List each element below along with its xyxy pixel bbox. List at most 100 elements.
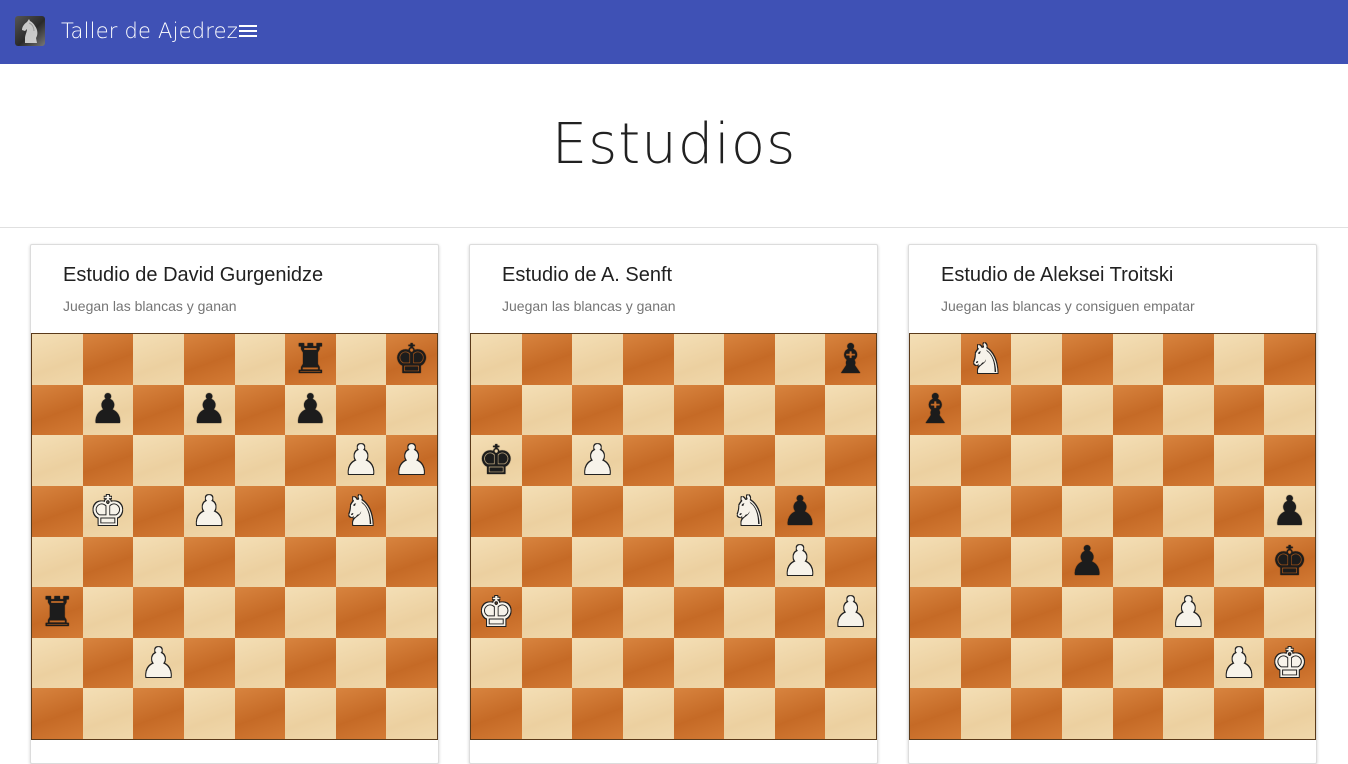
board-square[interactable] xyxy=(82,637,134,689)
board-square[interactable]: ♚ xyxy=(1264,637,1315,689)
board-square[interactable] xyxy=(673,334,725,385)
board-square[interactable] xyxy=(1011,334,1062,385)
board-square[interactable] xyxy=(183,587,235,638)
board-square[interactable] xyxy=(622,384,674,436)
board-square[interactable] xyxy=(1011,536,1062,588)
board-square[interactable] xyxy=(572,587,623,638)
board-square[interactable] xyxy=(183,688,235,739)
board-square[interactable] xyxy=(1011,637,1062,689)
board-square[interactable] xyxy=(724,334,775,385)
board-square[interactable] xyxy=(673,435,725,486)
white-knight-icon[interactable]: ♞ xyxy=(343,490,380,532)
board-square[interactable] xyxy=(386,536,437,588)
board-square[interactable] xyxy=(234,435,286,486)
board-square[interactable] xyxy=(910,485,961,537)
board-square[interactable] xyxy=(960,384,1012,436)
board-square[interactable]: ♝ xyxy=(825,334,876,385)
board-square[interactable]: ♟ xyxy=(285,384,336,436)
board-square[interactable] xyxy=(1264,384,1315,436)
board-square[interactable]: ♟ xyxy=(1213,637,1265,689)
white-pawn-icon[interactable]: ♟ xyxy=(579,440,616,481)
board-square[interactable] xyxy=(572,536,623,588)
board-square[interactable] xyxy=(1112,688,1164,739)
board-square[interactable] xyxy=(960,637,1012,689)
board-square[interactable]: ♜ xyxy=(285,334,336,385)
board-square[interactable] xyxy=(572,384,623,436)
board-square[interactable]: ♚ xyxy=(82,485,134,537)
white-king-icon[interactable]: ♚ xyxy=(478,591,515,633)
board-square[interactable] xyxy=(622,688,674,739)
board-square[interactable] xyxy=(386,587,437,638)
white-knight-icon[interactable]: ♞ xyxy=(968,338,1005,380)
white-knight-icon[interactable]: ♞ xyxy=(731,490,768,532)
study-card[interactable]: Estudio de David Gurgenidze Juegan las b… xyxy=(30,244,439,764)
board-square[interactable] xyxy=(673,688,725,739)
board-square[interactable] xyxy=(724,536,775,588)
board-square[interactable] xyxy=(285,688,336,739)
board-square[interactable] xyxy=(774,637,826,689)
white-pawn-icon[interactable]: ♟ xyxy=(343,440,380,481)
board-square[interactable] xyxy=(285,587,336,638)
board-square[interactable] xyxy=(82,587,134,638)
white-pawn-icon[interactable]: ♟ xyxy=(191,490,228,532)
board-square[interactable] xyxy=(335,637,387,689)
black-pawn-icon[interactable]: ♟ xyxy=(191,389,228,430)
study-card[interactable]: Estudio de Aleksei Troitski Juegan las b… xyxy=(908,244,1317,764)
board-square[interactable] xyxy=(1061,334,1113,385)
board-square[interactable] xyxy=(471,637,522,689)
white-king-icon[interactable]: ♚ xyxy=(1271,642,1308,684)
chess-board[interactable]: ♜ ♚ ♟ ♟ ♟ ♟ ♟ ♚ ♟ ♞ ♜ ♟ xyxy=(31,333,438,740)
board-square[interactable] xyxy=(1061,485,1113,537)
board-square[interactable] xyxy=(724,384,775,436)
board-square[interactable] xyxy=(1213,688,1265,739)
board-square[interactable] xyxy=(1112,384,1164,436)
board-square[interactable] xyxy=(32,688,83,739)
white-pawn-icon[interactable]: ♟ xyxy=(140,642,177,684)
board-square[interactable]: ♟ xyxy=(183,485,235,537)
board-square[interactable] xyxy=(234,536,286,588)
board-square[interactable] xyxy=(774,384,826,436)
board-square[interactable] xyxy=(471,688,522,739)
board-square[interactable] xyxy=(910,637,961,689)
board-square[interactable] xyxy=(1264,587,1315,638)
black-pawn-icon[interactable]: ♟ xyxy=(90,389,127,430)
board-square[interactable]: ♟ xyxy=(1061,536,1113,588)
board-square[interactable] xyxy=(521,435,573,486)
board-square[interactable] xyxy=(1061,688,1113,739)
board-square[interactable] xyxy=(825,637,876,689)
white-pawn-icon[interactable]: ♟ xyxy=(1221,642,1258,684)
board-square[interactable] xyxy=(1213,485,1265,537)
board-square[interactable] xyxy=(825,688,876,739)
board-square[interactable] xyxy=(32,536,83,588)
board-square[interactable] xyxy=(1163,536,1214,588)
board-square[interactable] xyxy=(133,435,184,486)
board-square[interactable] xyxy=(910,435,961,486)
board-square[interactable]: ♟ xyxy=(1264,485,1315,537)
board-square[interactable] xyxy=(910,688,961,739)
board-square[interactable]: ♟ xyxy=(82,384,134,436)
board-square[interactable] xyxy=(285,485,336,537)
white-king-icon[interactable]: ♚ xyxy=(90,490,127,532)
study-title[interactable]: Estudio de A. Senft xyxy=(502,264,845,287)
board-square[interactable] xyxy=(825,485,876,537)
board-square[interactable] xyxy=(32,485,83,537)
board-square[interactable] xyxy=(32,384,83,436)
board-square[interactable]: ♞ xyxy=(960,334,1012,385)
board-square[interactable]: ♜ xyxy=(32,587,83,638)
board-square[interactable] xyxy=(471,384,522,436)
board-square[interactable] xyxy=(1163,334,1214,385)
black-pawn-icon[interactable]: ♟ xyxy=(782,490,819,532)
app-title[interactable]: Taller de Ajedrez xyxy=(61,19,238,43)
hamburger-menu-icon[interactable] xyxy=(236,22,260,42)
board-square[interactable] xyxy=(1264,435,1315,486)
board-square[interactable] xyxy=(335,587,387,638)
board-square[interactable] xyxy=(521,334,573,385)
board-square[interactable] xyxy=(1061,435,1113,486)
board-square[interactable] xyxy=(774,587,826,638)
black-pawn-icon[interactable]: ♟ xyxy=(1271,490,1308,532)
board-square[interactable]: ♟ xyxy=(386,435,437,486)
board-square[interactable] xyxy=(825,384,876,436)
board-square[interactable] xyxy=(1163,384,1214,436)
board-square[interactable] xyxy=(1112,637,1164,689)
board-square[interactable] xyxy=(183,637,235,689)
